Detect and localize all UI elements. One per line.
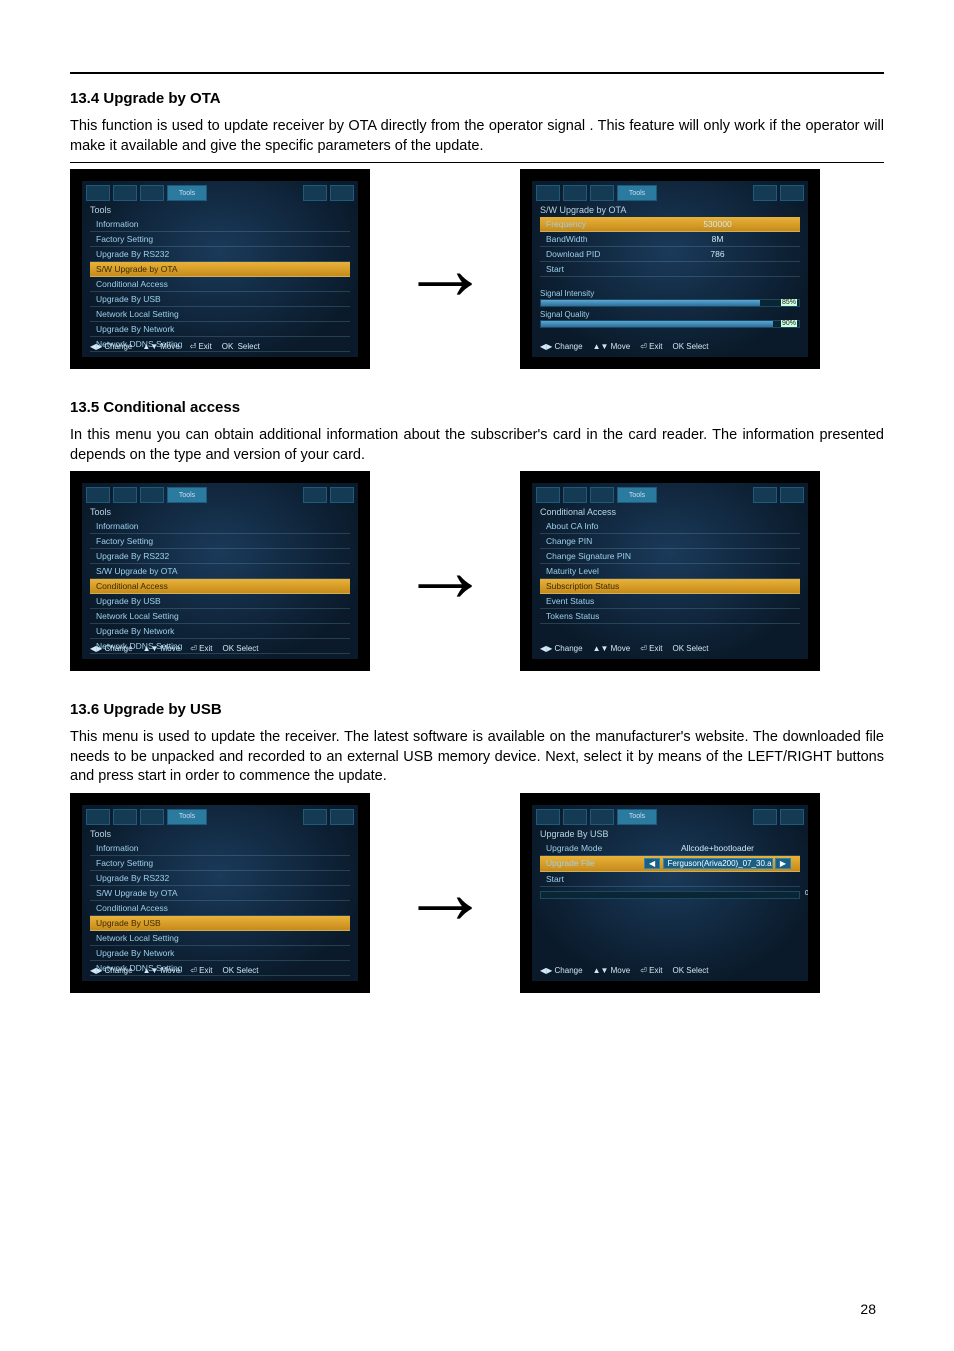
menu-item: Upgrade By Network [90, 946, 350, 961]
help-bar: ◀▶Change ▲▼Move ⏎Exit OK Select [90, 342, 350, 351]
ok-icon: OK [222, 342, 234, 351]
usb-mode-row: Upgrade ModeAllcode+bootloader [540, 841, 800, 856]
ca-item: Change Signature PIN [540, 549, 800, 564]
menu-item: S/W Upgrade by OTA [90, 564, 350, 579]
screenshot-tools-usb: Tools Tools Information Factory Setting … [70, 793, 370, 993]
menu-item-selected-usb: Upgrade By USB [90, 916, 350, 931]
heading-13-5: 13.5 Conditional access [70, 399, 884, 416]
ota-bandwidth-row: BandWidth8M [540, 232, 800, 247]
menu-item: Conditional Access [90, 277, 350, 292]
arrow-right-icon: → [400, 526, 490, 616]
menu-item: Upgrade By RS232 [90, 549, 350, 564]
heading-13-6: 13.6 Upgrade by USB [70, 701, 884, 718]
usb-file-row: Upgrade File◀ Ferguson(Ariva200)_07_30.a… [540, 856, 800, 872]
menu-item: Network Local Setting [90, 931, 350, 946]
body-13-6: This menu is used to update the receiver… [70, 728, 884, 787]
menu-item: Factory Setting [90, 534, 350, 549]
screenshot-usb-detail: Tools Upgrade By USB Upgrade ModeAllcode… [520, 793, 820, 993]
menu-item: Upgrade By Network [90, 624, 350, 639]
menu-item: Upgrade By RS232 [90, 871, 350, 886]
menu-item: S/W Upgrade by OTA [90, 886, 350, 901]
page-number: 28 [860, 1301, 876, 1317]
ca-item-selected: Subscription Status [540, 579, 800, 594]
panel-title: Conditional Access [532, 503, 808, 519]
menu-item: Upgrade By USB [90, 292, 350, 307]
ota-pid-row: Download PID786 [540, 247, 800, 262]
exit-icon: ⏎ [190, 342, 197, 351]
arrow-right-icon: → [400, 848, 490, 938]
screenshot-ca-detail: Tools Conditional Access About CA Info C… [520, 471, 820, 671]
signal-block: Signal Intensity 85% Signal Quality 90% [540, 289, 800, 331]
tab-strip: Tools [82, 181, 358, 201]
menu-item: Information [90, 217, 350, 232]
help-bar: ◀▶ Change ▲▼ Move ⏎ Exit OK Select [540, 342, 800, 351]
menu-item: Information [90, 841, 350, 856]
panel-title: Tools [82, 201, 358, 217]
menu-item: Upgrade By USB [90, 594, 350, 609]
ca-item: Event Status [540, 594, 800, 609]
menu-item: Upgrade By RS232 [90, 247, 350, 262]
ca-item: Tokens Status [540, 609, 800, 624]
panel-title: Tools [82, 503, 358, 519]
ota-frequency-row: Frequency530000 [540, 217, 800, 232]
ota-start-row: Start [540, 262, 800, 277]
ud-icon: ▲▼ [142, 342, 158, 351]
menu-item: Network Local Setting [90, 307, 350, 322]
lr-icon: ◀▶ [90, 342, 102, 351]
ca-item: About CA Info [540, 519, 800, 534]
ca-item: Change PIN [540, 534, 800, 549]
progress-bar: 0% [540, 891, 800, 899]
panel-title: Tools [82, 825, 358, 841]
menu-item: Information [90, 519, 350, 534]
menu-item: Factory Setting [90, 856, 350, 871]
menu-item: Factory Setting [90, 232, 350, 247]
screenshot-ota-detail: Tools S/W Upgrade by OTA Frequency530000… [520, 169, 820, 369]
body-13-4: This function is used to update receiver… [70, 117, 884, 156]
row-13-4: Tools Tools Information Factory Setting … [70, 169, 884, 369]
tools-tab: Tools [167, 185, 207, 201]
menu-item-selected-ota: S/W Upgrade by OTA [90, 262, 350, 277]
heading-13-4: 13.4 Upgrade by OTA [70, 90, 884, 107]
ca-item: Maturity Level [540, 564, 800, 579]
usb-start-row: Start [540, 872, 800, 887]
screenshot-tools-ca: Tools Tools Information Factory Setting … [70, 471, 370, 671]
panel-title: Upgrade By USB [532, 825, 808, 841]
row-13-5: Tools Tools Information Factory Setting … [70, 471, 884, 671]
menu-item: Upgrade By Network [90, 322, 350, 337]
body-13-5: In this menu you can obtain additional i… [70, 426, 884, 465]
panel-title: S/W Upgrade by OTA [532, 201, 808, 217]
menu-item: Conditional Access [90, 901, 350, 916]
screenshot-tools-ota: Tools Tools Information Factory Setting … [70, 169, 370, 369]
arrow-right-icon: → [400, 224, 490, 314]
row-13-6: Tools Tools Information Factory Setting … [70, 793, 884, 993]
menu-item: Network Local Setting [90, 609, 350, 624]
menu-item-selected-ca: Conditional Access [90, 579, 350, 594]
